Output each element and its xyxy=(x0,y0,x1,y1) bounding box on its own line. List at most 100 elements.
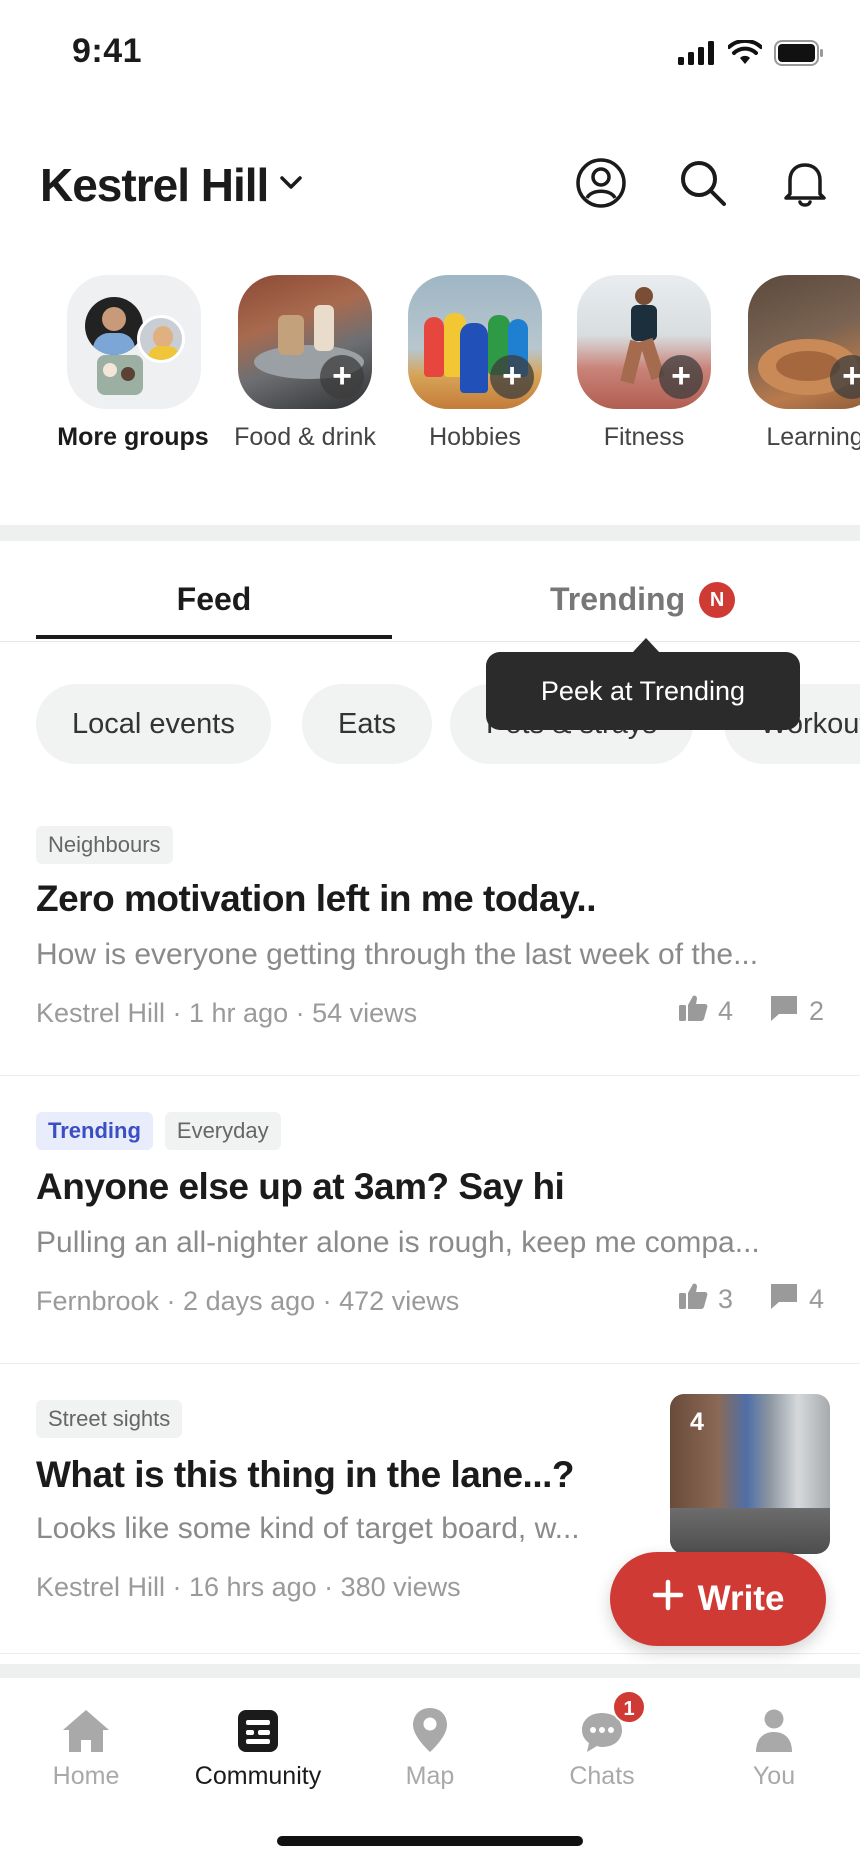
post-tags: Trending Everyday xyxy=(36,1112,281,1150)
trending-tooltip[interactable]: Peek at Trending xyxy=(486,652,800,730)
unread-badge: 1 xyxy=(612,1690,646,1724)
post-meta: Kestrel Hill · 16 hrs ago · 380 views xyxy=(36,1572,461,1602)
post-title: What is this thing in the lane...? xyxy=(36,1454,575,1495)
notifications-button[interactable] xyxy=(778,158,832,212)
group-label: Learning xyxy=(766,423,860,451)
nav-label: Home xyxy=(52,1762,120,1790)
search-button[interactable] xyxy=(676,158,730,212)
new-badge: N xyxy=(699,581,736,618)
person-icon xyxy=(688,1698,860,1754)
bell-icon xyxy=(782,158,828,213)
comment-button[interactable]: 2 xyxy=(769,994,824,1029)
nav-community[interactable]: Community xyxy=(172,1698,344,1791)
post-meta: Fernbrook · 2 days ago · 472 views xyxy=(36,1286,460,1316)
tooltip-arrow xyxy=(632,638,660,653)
profile-icon xyxy=(575,157,627,214)
active-tab-indicator xyxy=(36,635,392,639)
post-excerpt: Looks like some kind of target board, w.… xyxy=(36,1512,580,1545)
group-more-groups[interactable]: More groups xyxy=(54,275,214,452)
post-excerpt: Pulling an all-nighter alone is rough, k… xyxy=(36,1226,760,1259)
nav-label: Map xyxy=(405,1762,455,1790)
category-tag: Neighbours xyxy=(36,826,173,864)
join-group-button[interactable]: + xyxy=(830,355,860,399)
learning-thumb: + xyxy=(748,275,860,409)
post-card[interactable]: Trending Everyday Anyone else up at 3am?… xyxy=(0,1076,860,1364)
food-drink-thumb: + xyxy=(238,275,372,409)
category-tag: Everyday xyxy=(164,1112,281,1150)
community-icon xyxy=(172,1698,344,1754)
nav-chats[interactable]: 1 Chats xyxy=(516,1690,688,1791)
section-divider xyxy=(0,525,860,541)
post-stats: 3 4 xyxy=(678,1282,824,1317)
comment-count: 4 xyxy=(808,1284,824,1314)
location-name: Kestrel Hill xyxy=(40,159,269,211)
join-group-button[interactable]: + xyxy=(659,355,703,399)
map-pin-icon xyxy=(344,1698,516,1754)
plus-icon xyxy=(652,1579,684,1620)
post-title: Anyone else up at 3am? Say hi xyxy=(36,1166,565,1207)
join-group-button[interactable]: + xyxy=(320,355,364,399)
chevron-down-icon xyxy=(278,174,304,197)
wifi-icon xyxy=(727,38,763,71)
home-indicator xyxy=(277,1836,583,1846)
nav-home[interactable]: Home xyxy=(0,1698,172,1791)
battery-icon xyxy=(774,40,824,71)
post-stats: 4 2 xyxy=(678,994,824,1029)
search-icon xyxy=(678,158,728,213)
feed-tabs: Feed Trending N xyxy=(0,541,860,642)
group-food-drink[interactable]: + Food & drink xyxy=(225,275,385,452)
groups-row: More groups + Food & drink + Hobbies + F… xyxy=(0,275,860,475)
post-meta: Kestrel Hill · 1 hr ago · 54 views xyxy=(36,998,418,1028)
thumbs-up-icon xyxy=(678,994,708,1029)
avatar xyxy=(85,297,143,355)
like-count: 4 xyxy=(717,996,733,1026)
like-count: 3 xyxy=(717,1284,733,1314)
chat-bubble-icon: 1 xyxy=(516,1690,688,1754)
join-group-button[interactable]: + xyxy=(490,355,534,399)
post-title: Zero motivation left in me today.. xyxy=(36,878,597,919)
post-image[interactable]: 4 xyxy=(670,1394,830,1554)
fitness-thumb: + xyxy=(577,275,711,409)
comment-button[interactable]: 4 xyxy=(769,1282,824,1317)
group-learning[interactable]: + Learning xyxy=(735,275,860,452)
header: Kestrel Hill xyxy=(0,140,860,230)
hobbies-thumb: + xyxy=(408,275,542,409)
chip-local-events[interactable]: Local events xyxy=(36,684,271,764)
status-time: 9:41 xyxy=(72,32,143,70)
comment-icon xyxy=(769,994,799,1029)
image-count: 4 xyxy=(690,1408,704,1436)
nav-label: Chats xyxy=(569,1762,635,1790)
like-button[interactable]: 3 xyxy=(678,1282,733,1317)
write-button[interactable]: Write xyxy=(610,1552,826,1646)
tab-feed[interactable]: Feed xyxy=(36,581,392,618)
nav-you[interactable]: You xyxy=(688,1698,860,1791)
tab-trending[interactable]: Trending N xyxy=(550,581,736,618)
location-selector[interactable]: Kestrel Hill xyxy=(40,158,304,212)
comment-count: 2 xyxy=(808,996,824,1026)
group-label: More groups xyxy=(57,423,209,451)
post-tags: Street sights xyxy=(36,1400,183,1438)
post-card[interactable]: Neighbours Zero motivation left in me to… xyxy=(0,794,860,1076)
trending-tag: Trending xyxy=(36,1112,153,1150)
group-fitness[interactable]: + Fitness xyxy=(564,275,724,452)
avatar xyxy=(97,355,143,395)
home-icon xyxy=(0,1698,172,1754)
thumbs-up-icon xyxy=(678,1282,708,1317)
profile-button[interactable] xyxy=(574,157,628,214)
like-button[interactable]: 4 xyxy=(678,994,733,1029)
group-label: Fitness xyxy=(603,423,685,451)
header-actions xyxy=(574,157,832,214)
write-label: Write xyxy=(697,1579,785,1618)
signal-icon xyxy=(678,41,716,70)
group-hobbies[interactable]: + Hobbies xyxy=(395,275,555,452)
post-tags: Neighbours xyxy=(36,826,173,864)
group-label: Hobbies xyxy=(429,423,521,451)
status-icons xyxy=(678,38,824,71)
group-label: Food & drink xyxy=(234,423,376,451)
post-excerpt: How is everyone getting through the last… xyxy=(36,938,759,971)
more-groups-thumb xyxy=(67,275,201,409)
chip-eats[interactable]: Eats xyxy=(302,684,433,764)
nav-label: You xyxy=(752,1762,796,1790)
nav-divider xyxy=(0,1664,860,1678)
nav-map[interactable]: Map xyxy=(344,1698,516,1791)
